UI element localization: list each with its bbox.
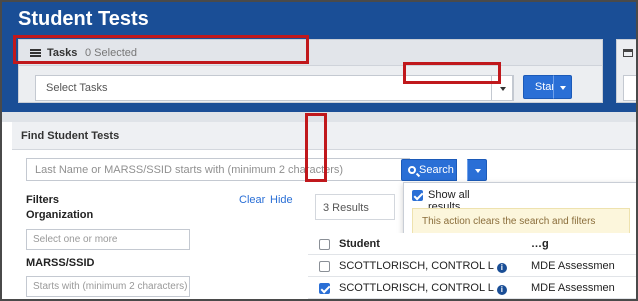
student-search-field[interactable] xyxy=(26,158,410,181)
filters-title: Filters xyxy=(26,194,60,206)
student-name: SCOTTLORISCH, CONTROL L xyxy=(339,282,494,294)
checkbox-highlight-box xyxy=(305,113,327,182)
row-checkbox[interactable] xyxy=(319,283,330,294)
search-button-label: Search xyxy=(419,164,454,176)
search-button[interactable]: Search xyxy=(401,159,457,181)
chevron-down-icon xyxy=(500,87,506,91)
info-icon[interactable]: i xyxy=(496,285,507,295)
clear-filters-link[interactable]: Clear xyxy=(239,194,265,206)
test-name-cell: MDE Assessmen xyxy=(531,260,615,272)
column-header-student[interactable]: Student xyxy=(339,238,380,250)
table-row[interactable]: SCOTTLORISCH, CONTROL Li MDE Assessmen xyxy=(308,255,636,277)
marss-ssid-label: MARSS/SSID xyxy=(26,257,95,269)
chevron-down-icon xyxy=(560,86,566,90)
student-name-cell[interactable]: SCOTTLORISCH, CONTROL Li xyxy=(339,260,507,273)
select-tasks-placeholder: Select Tasks xyxy=(46,82,108,94)
results-table: Student …g SCOTTLORISCH, CONTROL Li MDE … xyxy=(308,233,636,299)
student-search-input[interactable] xyxy=(27,159,409,180)
info-icon[interactable]: i xyxy=(496,263,507,273)
hide-filters-link[interactable]: Hide xyxy=(270,194,293,206)
app-frame: Student Tests Tasks 0 Selected Select Ta… xyxy=(0,0,638,301)
test-name-cell: MDE Assessmen xyxy=(531,282,615,294)
student-name: SCOTTLORISCH, CONTROL L xyxy=(339,260,494,272)
show-all-highlight-box xyxy=(403,62,501,84)
secondary-panel xyxy=(616,39,636,103)
table-row[interactable]: SCOTTLORISCH, CONTROL Li MDE Assessmen xyxy=(308,277,636,299)
calendar-icon xyxy=(623,49,633,57)
search-highlight-box xyxy=(13,35,309,64)
find-panel-title: Find Student Tests xyxy=(21,130,120,142)
page-title: Student Tests xyxy=(18,8,149,30)
start-options-button[interactable] xyxy=(553,75,572,99)
column-header-test[interactable]: …g xyxy=(531,238,549,250)
row-checkbox[interactable] xyxy=(319,261,330,272)
search-icon xyxy=(408,166,416,174)
student-name-cell[interactable]: SCOTTLORISCH, CONTROL Li xyxy=(339,282,507,295)
chevron-down-icon xyxy=(475,169,481,173)
secondary-panel-input[interactable] xyxy=(623,75,636,101)
results-count: 3 Results xyxy=(315,194,395,220)
organization-select[interactable]: Select one or more xyxy=(26,229,190,250)
organization-label: Organization xyxy=(26,209,94,221)
marss-ssid-input[interactable]: Starts with (minimum 2 characters) xyxy=(26,276,190,297)
search-options-button[interactable] xyxy=(467,159,487,181)
filters-panel: Filters Clear Hide Organization Select o… xyxy=(26,194,306,299)
table-header-row: Student …g xyxy=(308,233,636,255)
results-panel: 3 Results Student …g SCOTTLORISCH, CONTR… xyxy=(308,194,636,299)
select-all-checkbox[interactable] xyxy=(319,239,330,250)
